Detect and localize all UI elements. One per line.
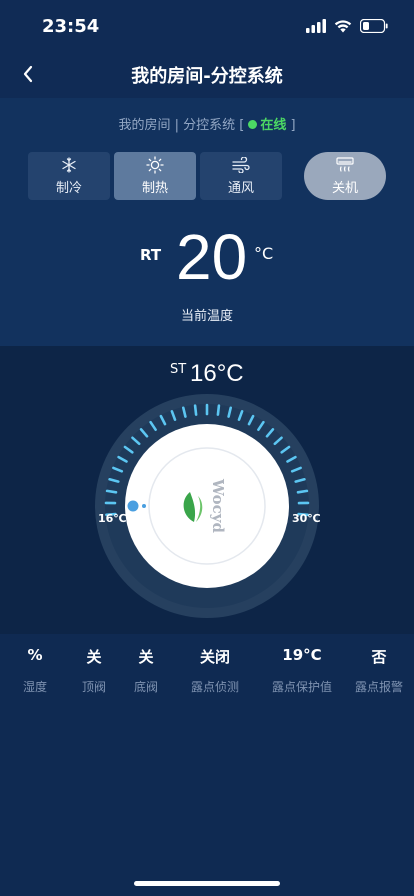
power-off-label: 关机	[331, 181, 358, 196]
sun-icon	[146, 156, 164, 174]
mode-cool-button[interactable]: 制冷	[28, 152, 110, 200]
room-temp-label: RT	[140, 246, 162, 264]
mode-fan-button[interactable]: 通风	[200, 152, 282, 200]
bottom-valve-stat: 关 底阀	[111, 646, 181, 695]
room-temp-caption: 当前温度	[180, 309, 233, 324]
home-indicator[interactable]	[134, 881, 280, 886]
status-bar: 23:54	[0, 0, 414, 52]
dial-max-label: 30℃	[292, 512, 321, 525]
dew-detect-label: 露点侦测	[190, 680, 239, 694]
status-icons	[306, 18, 388, 37]
mode-cool-label: 制冷	[55, 181, 82, 196]
thermostat-dial[interactable]: Wocyd	[0, 346, 414, 634]
signal-icon	[306, 18, 326, 37]
snowflake-icon	[61, 156, 77, 174]
dew-alarm-value: 否	[371, 648, 387, 666]
dial-tick	[216, 404, 221, 416]
breadcrumb-path: 我的房间 | 分控系统 [	[118, 118, 245, 133]
status-time: 23:54	[42, 16, 100, 37]
breadcrumb-close: ]	[290, 118, 296, 133]
dew-protect-value: 19°C	[282, 646, 322, 664]
thermostat-panel: ST 16°C Wocyd 16℃ 30℃	[0, 346, 414, 634]
dial-handle	[127, 500, 139, 512]
power-off-button[interactable]: 关机	[304, 152, 386, 200]
page-title: 我的房间-分控系统	[131, 66, 283, 87]
dial-tick	[105, 489, 118, 494]
dew-protect-label: 露点保护值	[271, 680, 332, 694]
dew-detect-value: 关闭	[199, 648, 230, 666]
dew-protect-stat: 19°C 露点保护值	[260, 646, 344, 695]
online-status-dot	[248, 120, 258, 129]
dial-tick	[193, 404, 198, 416]
dial-tick	[296, 489, 309, 494]
status-info-panel: % 湿度 关 顶阀 关 底阀 关闭 露点侦测 19°C 露点保护值 否 露点报警	[0, 634, 414, 896]
dew-alarm-label: 露点报警	[354, 680, 403, 694]
mode-heat-button[interactable]: 制热	[114, 152, 196, 200]
wind-icon	[232, 156, 250, 174]
mode-fan-label: 通风	[227, 181, 254, 196]
dial-min-label: 16℃	[98, 512, 127, 525]
brand-logo-text: Wocyd	[209, 478, 227, 533]
online-status: 在线	[260, 118, 287, 133]
battery-icon	[359, 18, 388, 37]
room-temp-unit: °C	[254, 244, 274, 263]
wifi-icon	[334, 18, 352, 37]
dew-alarm-stat: 否 露点报警	[344, 646, 414, 695]
breadcrumb: 我的房间 | 分控系统 [ 在线 ]	[0, 114, 414, 133]
air-conditioner-icon	[336, 156, 354, 174]
control-panel: 我的房间 | 分控系统 [ 在线 ] 制冷 制热 通风 关机 RT 20 °C 当…	[0, 98, 414, 346]
nav-bar: 我的房间-分控系统	[0, 52, 414, 98]
bottom-valve-value: 关	[138, 648, 154, 666]
dew-detect-stat: 关闭 露点侦测	[180, 646, 250, 695]
bottom-valve-label: 底阀	[133, 680, 158, 694]
mode-heat-label: 制热	[141, 181, 168, 196]
dial-handle-dot	[142, 504, 146, 508]
room-temp-value: 20	[176, 221, 248, 293]
